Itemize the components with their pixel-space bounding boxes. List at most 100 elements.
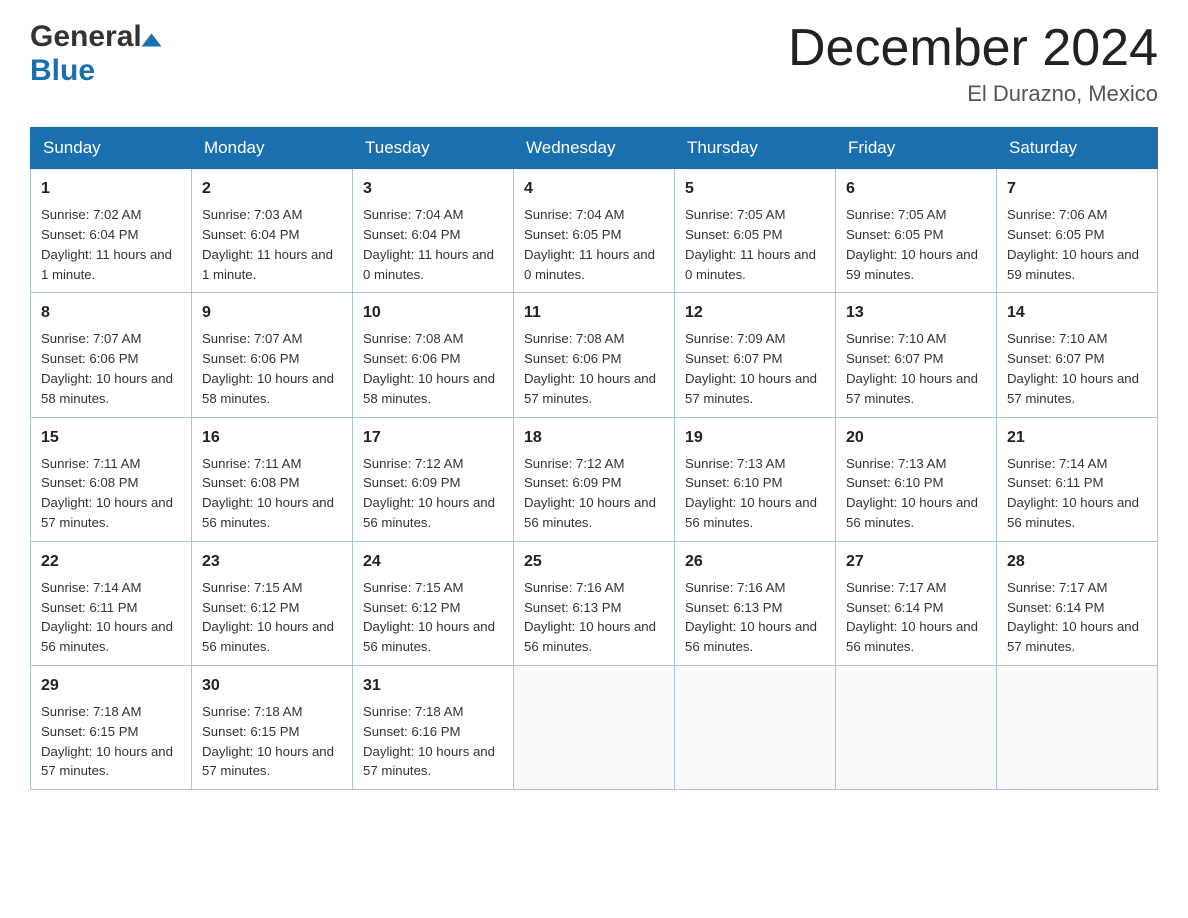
calendar-cell: 11 Sunrise: 7:08 AMSunset: 6:06 PMDayligh… — [514, 293, 675, 417]
calendar-cell: 19 Sunrise: 7:13 AMSunset: 6:10 PMDayligh… — [675, 417, 836, 541]
logo-blue-label: Blue — [30, 54, 95, 87]
day-number: 23 — [202, 550, 342, 574]
calendar-cell: 2Sunrise: 7:03 AMSunset: 6:04 PMDaylight… — [192, 169, 353, 293]
day-number: 3 — [363, 177, 503, 201]
calendar-cell: 31Sunrise: 7:18 AMSunset: 6:16 PMDayligh… — [353, 665, 514, 789]
calendar-cell: 29 Sunrise: 7:18 AMSunset: 6:15 PMDayligh… — [31, 665, 192, 789]
calendar-cell: 18Sunrise: 7:12 AMSunset: 6:09 PMDayligh… — [514, 417, 675, 541]
calendar-cell: 20Sunrise: 7:13 AMSunset: 6:10 PMDayligh… — [836, 417, 997, 541]
days-of-week-row: SundayMondayTuesdayWednesdayThursdayFrid… — [31, 128, 1158, 169]
calendar-cell: 3 Sunrise: 7:04 AMSunset: 6:04 PMDaylight… — [353, 169, 514, 293]
logo-general-text: General — [30, 20, 142, 54]
day-number: 2 — [202, 177, 342, 201]
day-header-sunday: Sunday — [31, 128, 192, 169]
day-number: 30 — [202, 674, 342, 698]
calendar-table: SundayMondayTuesdayWednesdayThursdayFrid… — [30, 127, 1158, 790]
calendar-header: SundayMondayTuesdayWednesdayThursdayFrid… — [31, 128, 1158, 169]
calendar-cell: 14Sunrise: 7:10 AMSunset: 6:07 PMDayligh… — [997, 293, 1158, 417]
day-info: Sunrise: 7:18 AMSunset: 6:15 PMDaylight:… — [202, 702, 342, 781]
day-info: Sunrise: 7:14 AMSunset: 6:11 PMDaylight:… — [1007, 454, 1147, 533]
month-year-title: December 2024 — [788, 20, 1158, 77]
logo-general-line: General — [30, 20, 158, 54]
day-number: 15 — [41, 426, 181, 450]
calendar-cell — [675, 665, 836, 789]
day-info: Sunrise: 7:18 AMSunset: 6:16 PMDaylight:… — [363, 702, 503, 781]
day-info: Sunrise: 7:08 AMSunset: 6:06 PMDaylight:… — [524, 329, 664, 408]
day-info: Sunrise: 7:02 AMSunset: 6:04 PMDaylight:… — [41, 205, 181, 284]
day-info: Sunrise: 7:10 AMSunset: 6:07 PMDaylight:… — [1007, 329, 1147, 408]
day-info: Sunrise: 7:16 AMSunset: 6:13 PMDaylight:… — [524, 578, 664, 657]
calendar-cell: 5 Sunrise: 7:05 AMSunset: 6:05 PMDaylight… — [675, 169, 836, 293]
logo-triangle-icon — [141, 34, 161, 47]
day-header-saturday: Saturday — [997, 128, 1158, 169]
day-number: 20 — [846, 426, 986, 450]
calendar-cell: 1 Sunrise: 7:02 AMSunset: 6:04 PMDaylight… — [31, 169, 192, 293]
calendar-cell: 21 Sunrise: 7:14 AMSunset: 6:11 PMDayligh… — [997, 417, 1158, 541]
day-number: 12 — [685, 301, 825, 325]
day-number: 6 — [846, 177, 986, 201]
day-number: 18 — [524, 426, 664, 450]
day-header-friday: Friday — [836, 128, 997, 169]
day-info: Sunrise: 7:08 AMSunset: 6:06 PMDaylight:… — [363, 329, 503, 408]
calendar-cell: 6 Sunrise: 7:05 AMSunset: 6:05 PMDaylight… — [836, 169, 997, 293]
day-info: Sunrise: 7:07 AMSunset: 6:06 PMDaylight:… — [202, 329, 342, 408]
day-header-tuesday: Tuesday — [353, 128, 514, 169]
calendar-cell: 28 Sunrise: 7:17 AMSunset: 6:14 PMDayligh… — [997, 541, 1158, 665]
day-info: Sunrise: 7:13 AMSunset: 6:10 PMDaylight:… — [685, 454, 825, 533]
day-info: Sunrise: 7:05 AMSunset: 6:05 PMDaylight:… — [846, 205, 986, 284]
calendar-cell: 15Sunrise: 7:11 AMSunset: 6:08 PMDayligh… — [31, 417, 192, 541]
day-number: 7 — [1007, 177, 1147, 201]
week-row-1: 1 Sunrise: 7:02 AMSunset: 6:04 PMDaylight… — [31, 169, 1158, 293]
day-info: Sunrise: 7:04 AMSunset: 6:04 PMDaylight:… — [363, 205, 503, 284]
day-number: 1 — [41, 177, 181, 201]
day-info: Sunrise: 7:15 AMSunset: 6:12 PMDaylight:… — [363, 578, 503, 657]
day-number: 10 — [363, 301, 503, 325]
day-number: 16 — [202, 426, 342, 450]
day-number: 29 — [41, 674, 181, 698]
day-info: Sunrise: 7:14 AMSunset: 6:11 PMDaylight:… — [41, 578, 181, 657]
page-header: General Blue December 2024 El Durazno, M… — [30, 20, 1158, 107]
day-number: 25 — [524, 550, 664, 574]
day-number: 8 — [41, 301, 181, 325]
calendar-cell: 13Sunrise: 7:10 AMSunset: 6:07 PMDayligh… — [836, 293, 997, 417]
calendar-cell: 27 Sunrise: 7:17 AMSunset: 6:14 PMDayligh… — [836, 541, 997, 665]
calendar-cell: 16 Sunrise: 7:11 AMSunset: 6:08 PMDayligh… — [192, 417, 353, 541]
day-header-thursday: Thursday — [675, 128, 836, 169]
day-info: Sunrise: 7:07 AMSunset: 6:06 PMDaylight:… — [41, 329, 181, 408]
calendar-cell: 24Sunrise: 7:15 AMSunset: 6:12 PMDayligh… — [353, 541, 514, 665]
day-info: Sunrise: 7:16 AMSunset: 6:13 PMDaylight:… — [685, 578, 825, 657]
location-subtitle: El Durazno, Mexico — [788, 81, 1158, 107]
day-number: 11 — [524, 301, 664, 325]
day-number: 19 — [685, 426, 825, 450]
day-info: Sunrise: 7:05 AMSunset: 6:05 PMDaylight:… — [685, 205, 825, 284]
day-number: 22 — [41, 550, 181, 574]
day-number: 27 — [846, 550, 986, 574]
day-number: 4 — [524, 177, 664, 201]
week-row-3: 15 Sunrise: 7:11 AMSunset: 6:08 PMDayligh… — [31, 417, 1158, 541]
day-info: Sunrise: 7:17 AMSunset: 6:14 PMDaylight:… — [846, 578, 986, 657]
calendar-cell — [997, 665, 1158, 789]
calendar-cell: 7 Sunrise: 7:06 AMSunset: 6:05 PMDaylight… — [997, 169, 1158, 293]
day-info: Sunrise: 7:11 AMSunset: 6:08 PMDaylight:… — [202, 454, 342, 533]
calendar-cell: 23Sunrise: 7:15 AMSunset: 6:12 PMDayligh… — [192, 541, 353, 665]
day-number: 5 — [685, 177, 825, 201]
day-header-wednesday: Wednesday — [514, 128, 675, 169]
day-number: 28 — [1007, 550, 1147, 574]
calendar-cell: 30 Sunrise: 7:18 AMSunset: 6:15 PMDayligh… — [192, 665, 353, 789]
day-info: Sunrise: 7:18 AMSunset: 6:15 PMDaylight:… — [41, 702, 181, 781]
day-info: Sunrise: 7:09 AMSunset: 6:07 PMDaylight:… — [685, 329, 825, 408]
calendar-cell: 17Sunrise: 7:12 AMSunset: 6:09 PMDayligh… — [353, 417, 514, 541]
day-info: Sunrise: 7:06 AMSunset: 6:05 PMDaylight:… — [1007, 205, 1147, 284]
calendar-body: 1 Sunrise: 7:02 AMSunset: 6:04 PMDaylight… — [31, 169, 1158, 790]
day-header-monday: Monday — [192, 128, 353, 169]
day-info: Sunrise: 7:04 AMSunset: 6:05 PMDaylight:… — [524, 205, 664, 284]
day-info: Sunrise: 7:12 AMSunset: 6:09 PMDaylight:… — [363, 454, 503, 533]
day-number: 21 — [1007, 426, 1147, 450]
logo: General Blue — [30, 20, 158, 88]
day-info: Sunrise: 7:17 AMSunset: 6:14 PMDaylight:… — [1007, 578, 1147, 657]
calendar-cell: 12 Sunrise: 7:09 AMSunset: 6:07 PMDayligh… — [675, 293, 836, 417]
calendar-cell — [514, 665, 675, 789]
day-info: Sunrise: 7:10 AMSunset: 6:07 PMDaylight:… — [846, 329, 986, 408]
logo-blue-text: Blue — [30, 54, 95, 88]
calendar-cell — [836, 665, 997, 789]
